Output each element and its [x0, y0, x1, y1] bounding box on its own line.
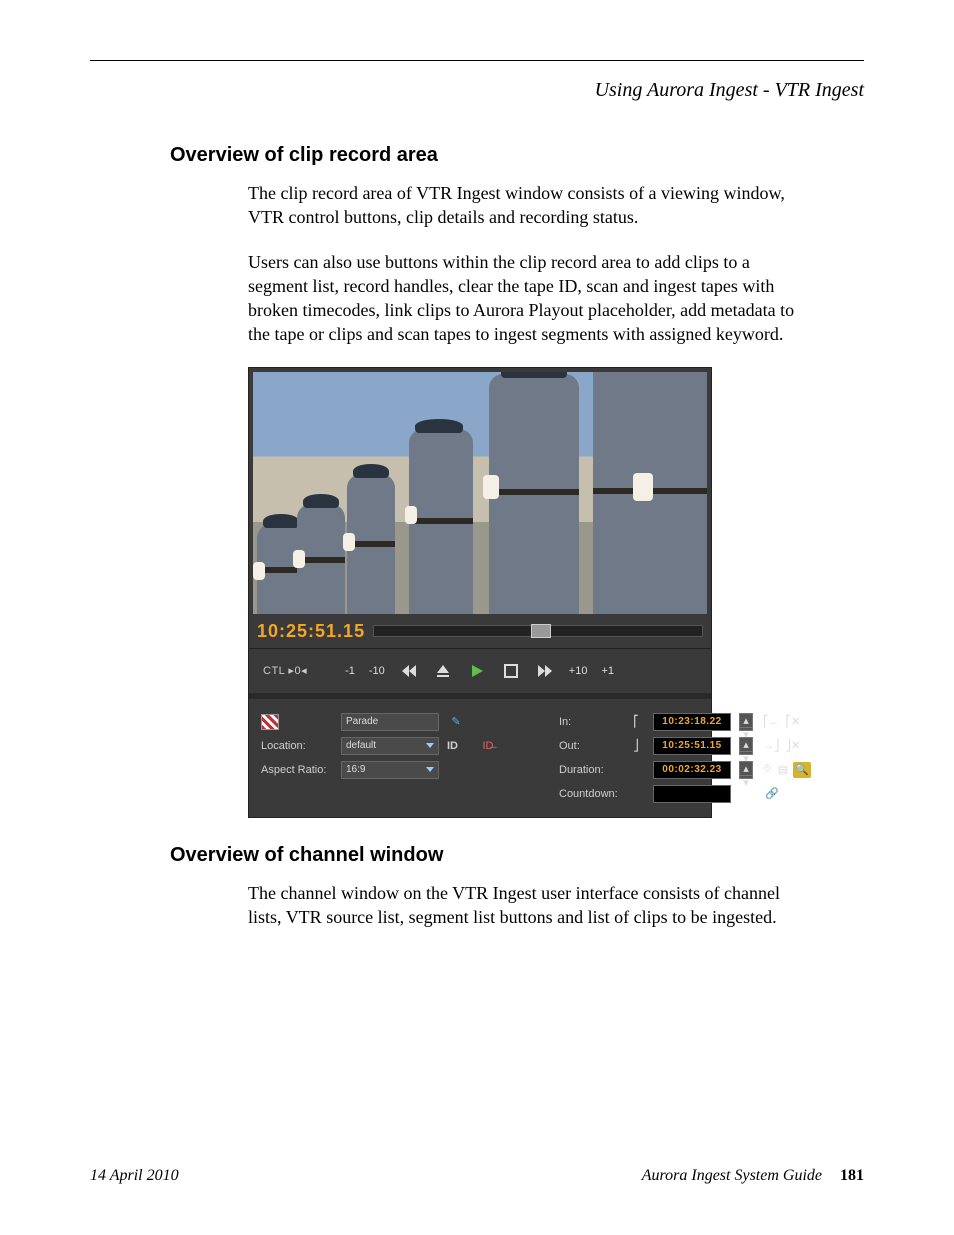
location-label: Location: [261, 740, 333, 752]
cue-in-icon[interactable]: ⎡← [763, 714, 780, 730]
eject-button[interactable] [433, 663, 453, 679]
current-timecode: 10:25:51.15 [257, 622, 365, 640]
cue-out-icon[interactable]: →⎦ [763, 738, 780, 754]
body-paragraph: The channel window on the VTR Ingest use… [248, 881, 806, 930]
duration-spinner[interactable]: ▴▾ [739, 761, 753, 779]
in-spinner[interactable]: ▴▾ [739, 713, 753, 731]
add-clip-icon[interactable]: ⟐ [763, 762, 772, 778]
vtr-ingest-window: 10:25:51.15 CTL ▸0◂ -1 -10 +10 +1 Parade… [248, 367, 712, 818]
link-placeholder-icon[interactable]: 🔗 [763, 786, 781, 802]
footer-page-number: 181 [840, 1167, 864, 1184]
mark-in-icon[interactable]: ⎡ [627, 714, 645, 730]
top-rule [90, 60, 864, 61]
slate-icon [261, 714, 279, 730]
scrub-bar[interactable] [373, 625, 703, 637]
stop-button[interactable] [501, 663, 521, 679]
out-label: Out: [559, 740, 619, 752]
metadata-icon[interactable]: ▤ [778, 762, 788, 778]
location-select[interactable]: default [341, 737, 439, 755]
body-paragraph: Users can also use buttons within the cl… [248, 250, 806, 347]
out-spinner[interactable]: ▴▾ [739, 737, 753, 755]
running-header: Using Aurora Ingest - VTR Ingest [90, 79, 864, 102]
clip-name-input[interactable]: Parade [341, 713, 439, 731]
scrub-knob[interactable] [531, 624, 551, 638]
aspect-label: Aspect Ratio: [261, 764, 333, 776]
step-back-1-button[interactable]: -1 [345, 665, 355, 677]
step-fwd-10-button[interactable]: +10 [569, 665, 588, 677]
play-button[interactable] [467, 663, 487, 679]
out-timecode[interactable]: 10:25:51.15 [653, 737, 731, 755]
clear-in-icon[interactable]: ⎡✕ [786, 714, 801, 730]
clear-out-icon[interactable]: ⎦✕ [786, 738, 801, 754]
in-label: In: [559, 716, 619, 728]
ctl-label: CTL ▸0◂ [263, 664, 307, 677]
duration-timecode[interactable]: 00:02:32.23 [653, 761, 731, 779]
aspect-select[interactable]: 16:9 [341, 761, 439, 779]
step-fwd-1-button[interactable]: +1 [601, 665, 614, 677]
edit-name-icon[interactable]: ✎ [447, 714, 465, 730]
section-heading-clip-record: Overview of clip record area [170, 144, 864, 167]
footer-date: 14 April 2010 [90, 1167, 179, 1185]
clear-id-icon[interactable]: ID̶ [479, 738, 497, 754]
section-heading-channel-window: Overview of channel window [170, 844, 864, 867]
step-back-10-button[interactable]: -10 [369, 665, 385, 677]
footer-doc-title: Aurora Ingest System Guide [642, 1167, 822, 1184]
fast-forward-button[interactable] [535, 663, 555, 679]
mark-out-icon[interactable]: ⎦ [627, 738, 645, 754]
scan-keyword-icon[interactable]: 🔍 [793, 762, 811, 778]
in-timecode[interactable]: 10:23:18.22 [653, 713, 731, 731]
countdown-timecode [653, 785, 731, 803]
id-label: ID [447, 740, 471, 752]
video-preview [253, 372, 707, 614]
countdown-label: Countdown: [559, 788, 619, 800]
duration-label: Duration: [559, 764, 619, 776]
rewind-button[interactable] [399, 663, 419, 679]
body-paragraph: The clip record area of VTR Ingest windo… [248, 181, 806, 230]
